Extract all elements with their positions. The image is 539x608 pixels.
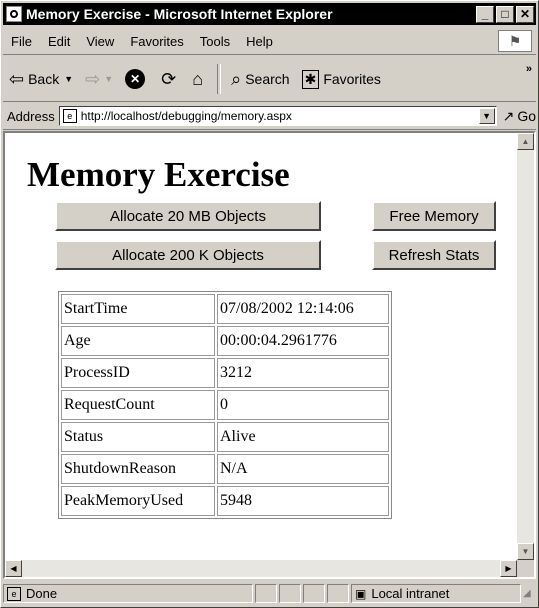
page-title: Memory Exercise bbox=[27, 155, 290, 194]
menu-edit[interactable]: Edit bbox=[40, 34, 78, 49]
ie-page-icon bbox=[6, 6, 22, 22]
vertical-scrollbar[interactable]: ▲ ▼ bbox=[517, 133, 534, 560]
address-input[interactable]: e http://localhost/debugging/memory.aspx… bbox=[58, 106, 497, 126]
page-icon: e bbox=[7, 586, 21, 601]
address-label: Address bbox=[7, 108, 55, 124]
back-button[interactable]: ⇦ Back ▼ bbox=[3, 62, 79, 96]
chevron-down-icon[interactable]: ▼ bbox=[64, 74, 73, 84]
status-panel bbox=[303, 584, 325, 603]
address-bar: Address e http://localhost/debugging/mem… bbox=[3, 103, 536, 130]
status-panel bbox=[255, 584, 277, 603]
browser-window: Memory Exercise - Microsoft Internet Exp… bbox=[0, 0, 539, 608]
back-label: Back bbox=[28, 71, 60, 87]
refresh-icon: ⟳ bbox=[161, 68, 177, 89]
content-viewport: Memory Exercise Allocate 20 MB Objects F… bbox=[3, 131, 536, 579]
allocate-20mb-button[interactable]: Allocate 20 MB Objects bbox=[55, 201, 321, 231]
stat-label: PeakMemoryUsed bbox=[61, 486, 215, 516]
minimize-button[interactable]: _ bbox=[476, 5, 494, 23]
favorites-button[interactable]: ✱ Favorites bbox=[296, 62, 387, 96]
table-row: Status Alive bbox=[61, 422, 389, 452]
table-row: ShutdownReason N/A bbox=[61, 454, 389, 484]
window-title: Memory Exercise - Microsoft Internet Exp… bbox=[26, 6, 333, 22]
toolbar-separator bbox=[217, 64, 222, 94]
stat-label: RequestCount bbox=[61, 390, 215, 420]
table-row: StartTime 07/08/2002 12:14:06 bbox=[61, 294, 389, 324]
scroll-up-icon[interactable]: ▲ bbox=[517, 133, 534, 150]
status-text-panel: e Done bbox=[3, 584, 253, 603]
stat-value: 5948 bbox=[217, 486, 389, 516]
favorites-label: Favorites bbox=[323, 71, 381, 87]
go-arrow-icon: ↗ bbox=[502, 107, 515, 124]
local-intranet-icon: ▣ bbox=[355, 586, 367, 601]
stat-label: ProcessID bbox=[61, 358, 215, 388]
favorites-icon: ✱ bbox=[301, 69, 320, 89]
stat-label: StartTime bbox=[61, 294, 215, 324]
scrollbar-corner bbox=[517, 560, 534, 577]
chevron-down-icon[interactable]: ▼ bbox=[104, 74, 113, 84]
title-bar: Memory Exercise - Microsoft Internet Exp… bbox=[3, 3, 536, 25]
toolbar-overflow-chevron[interactable]: » bbox=[526, 63, 532, 75]
scroll-down-icon[interactable]: ▼ bbox=[517, 543, 534, 560]
resize-grip-icon[interactable]: ◢ bbox=[523, 588, 531, 599]
stat-value: 07/08/2002 12:14:06 bbox=[217, 294, 389, 324]
page-icon: e bbox=[62, 109, 77, 123]
table-row: Age 00:00:04.2961776 bbox=[61, 326, 389, 356]
table-row: PeakMemoryUsed 5948 bbox=[61, 486, 389, 516]
status-text: Done bbox=[26, 586, 58, 601]
search-button[interactable]: ⌕ Search bbox=[225, 62, 295, 96]
home-icon: ⌂ bbox=[192, 68, 204, 89]
allocate-200k-button[interactable]: Allocate 200 K Objects bbox=[55, 240, 321, 270]
stat-value: Alive bbox=[217, 422, 389, 452]
menu-view[interactable]: View bbox=[78, 34, 122, 49]
refresh-stats-button[interactable]: Refresh Stats bbox=[372, 240, 496, 270]
free-memory-button[interactable]: Free Memory bbox=[372, 201, 496, 231]
menu-file[interactable]: File bbox=[3, 34, 40, 49]
stat-value: 3212 bbox=[217, 358, 389, 388]
stat-label: Status bbox=[61, 422, 215, 452]
table-row: ProcessID 3212 bbox=[61, 358, 389, 388]
status-panel bbox=[279, 584, 301, 603]
refresh-button[interactable]: ⟳ bbox=[155, 62, 186, 96]
close-button[interactable]: ✕ bbox=[516, 5, 534, 23]
stat-value: N/A bbox=[217, 454, 389, 484]
zone-text: Local intranet bbox=[371, 586, 450, 601]
status-bar: e Done ▣ Local intranet ◢ bbox=[3, 582, 536, 605]
standard-toolbar: ⇦ Back ▼ ⇨ ▼ ✕ ⟳ ⌂ ⌕ Search ✱ Favorites … bbox=[3, 57, 536, 102]
horizontal-scrollbar[interactable]: ◀ ▶ bbox=[5, 560, 517, 577]
stat-value: 0 bbox=[217, 390, 389, 420]
forward-button[interactable]: ⇨ ▼ bbox=[79, 62, 119, 96]
stop-button[interactable]: ✕ bbox=[119, 62, 155, 96]
web-page: Memory Exercise Allocate 20 MB Objects F… bbox=[5, 133, 517, 560]
windows-logo-icon: ⚑ bbox=[498, 30, 532, 52]
zone-panel: ▣ Local intranet bbox=[351, 584, 521, 603]
forward-arrow-icon: ⇨ bbox=[85, 68, 101, 89]
stat-label: ShutdownReason bbox=[61, 454, 215, 484]
go-label: Go bbox=[517, 108, 536, 124]
menu-help[interactable]: Help bbox=[238, 34, 281, 49]
scroll-left-icon[interactable]: ◀ bbox=[5, 560, 22, 577]
stop-icon: ✕ bbox=[125, 69, 146, 89]
stats-table: StartTime 07/08/2002 12:14:06 Age 00:00:… bbox=[58, 291, 392, 519]
menu-favorites[interactable]: Favorites bbox=[122, 34, 191, 49]
back-arrow-icon: ⇦ bbox=[9, 68, 25, 89]
stat-value: 00:00:04.2961776 bbox=[217, 326, 389, 356]
table-row: RequestCount 0 bbox=[61, 390, 389, 420]
status-panel bbox=[327, 584, 349, 603]
scroll-right-icon[interactable]: ▶ bbox=[500, 560, 517, 577]
go-button[interactable]: ↗ Go bbox=[503, 108, 536, 125]
home-button[interactable]: ⌂ bbox=[186, 62, 213, 96]
stat-label: Age bbox=[61, 326, 215, 356]
search-icon: ⌕ bbox=[231, 68, 242, 89]
address-url[interactable]: http://localhost/debugging/memory.aspx bbox=[81, 109, 479, 123]
menu-tools[interactable]: Tools bbox=[192, 34, 238, 49]
search-label: Search bbox=[245, 71, 290, 87]
maximize-button[interactable]: □ bbox=[496, 5, 514, 23]
chevron-down-icon[interactable]: ▼ bbox=[478, 108, 495, 124]
menu-bar: File Edit View Favorites Tools Help ⚑ bbox=[3, 28, 536, 55]
